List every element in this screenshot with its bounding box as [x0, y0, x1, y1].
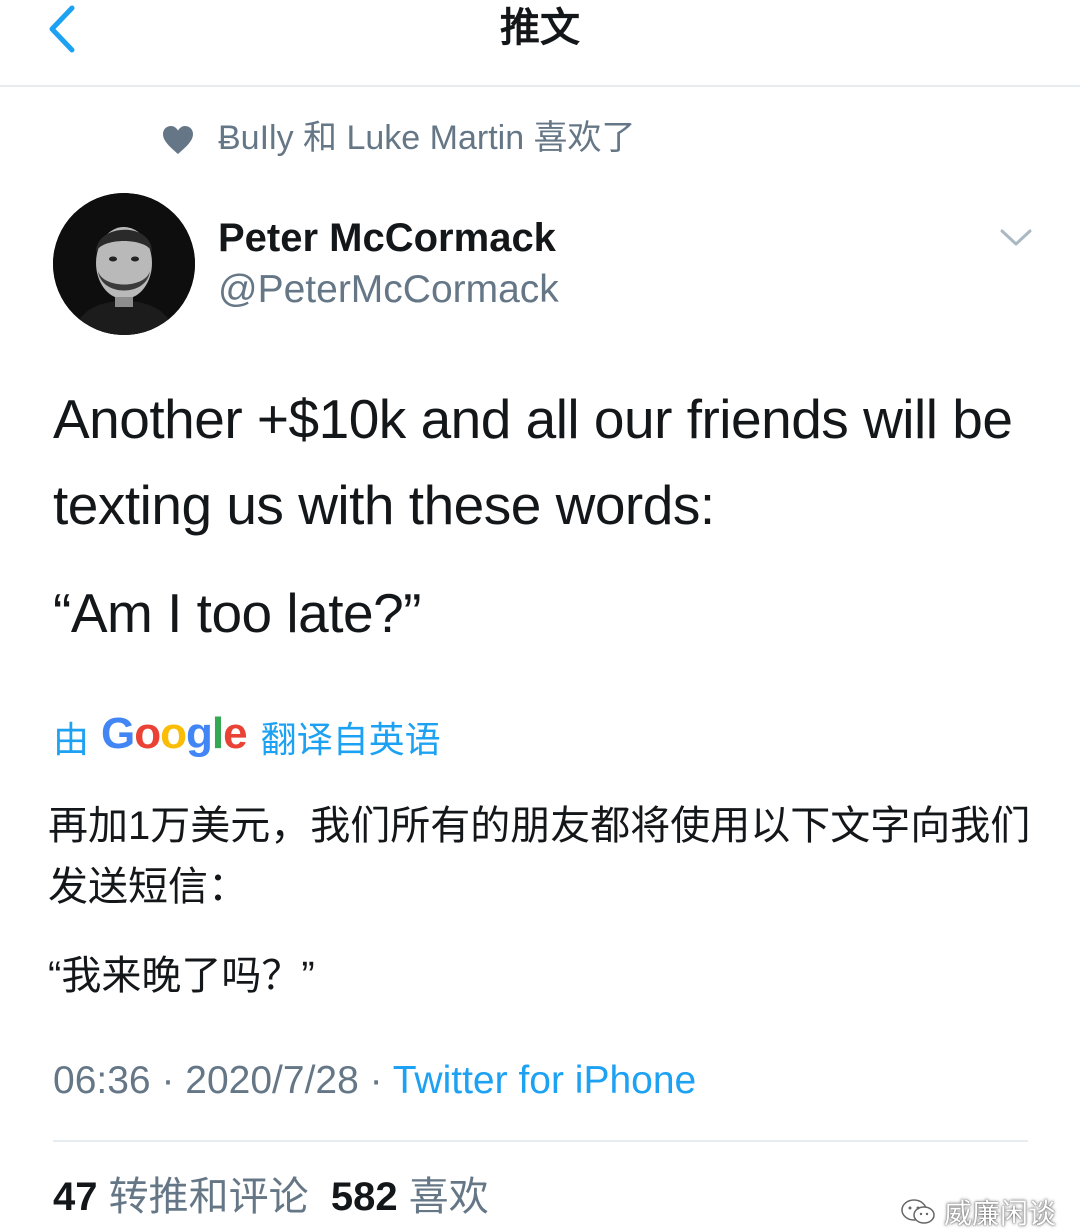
heart-icon: [163, 126, 193, 154]
google-logo-letter: G: [101, 709, 135, 758]
meta-separator: ·: [150, 1059, 186, 1102]
translated-text: 再加1万美元，我们所有的朋友都将使用以下文字向我们发送短信： “我来晚了吗？”: [48, 796, 1038, 1007]
meta-separator: ·: [358, 1059, 393, 1102]
google-logo-letter: l: [211, 709, 224, 758]
avatar-portrait: [53, 193, 195, 335]
tweet-text: Another +$10k and all our friends will b…: [53, 376, 1043, 656]
tweet-meta: 06:36 · 2020/7/28 · Twitter for iPhone: [53, 1053, 696, 1109]
page-title: 推文: [500, 6, 580, 50]
chevron-down-icon[interactable]: [998, 222, 1034, 252]
header-divider: [0, 85, 1080, 87]
wechat-icon: [901, 1199, 935, 1224]
author-handle[interactable]: @PeterMcCormack: [218, 265, 559, 315]
translated-line: 再加1万美元，我们所有的朋友都将使用以下文字向我们发送短信：: [48, 804, 1031, 909]
tweet-text-line: Another +$10k and all our friends will b…: [53, 388, 1013, 536]
author-name[interactable]: Peter McCormack: [218, 212, 556, 264]
google-logo: Google: [101, 709, 248, 759]
tweet-stats: 47 转推和评论 582 喜欢: [53, 1170, 489, 1224]
tweet-time: 06:36: [53, 1059, 151, 1102]
translation-attribution[interactable]: 由 Google 翻译自英语: [53, 709, 441, 764]
social-context-text: ɃuIly 和 Luke Martin 喜欢了: [218, 119, 636, 157]
meta-divider: [53, 1140, 1028, 1142]
retweets-stat[interactable]: 47 转推和评论: [53, 1175, 309, 1219]
translated-quote-line: “我来晚了吗？”: [48, 954, 315, 998]
watermark-text: 威廉闲谈: [944, 1198, 1057, 1229]
likes-stat[interactable]: 582 喜欢: [331, 1175, 489, 1219]
retweets-count: 47: [53, 1175, 98, 1219]
google-logo-letter: o: [134, 709, 161, 758]
google-logo-letter: o: [160, 709, 187, 758]
tweet-quote-line: “Am I too late?”: [53, 582, 421, 644]
avatar[interactable]: [53, 193, 195, 335]
translation-prefix: 由: [53, 719, 90, 760]
google-logo-letter: g: [186, 709, 213, 758]
retweets-label: 转推和评论: [108, 1175, 309, 1219]
likes-label: 喜欢: [408, 1175, 489, 1219]
watermark: 威廉闲谈: [900, 1192, 1056, 1232]
likes-count: 582: [330, 1175, 398, 1219]
tweet-source-link[interactable]: Twitter for iPhone: [393, 1059, 696, 1102]
translation-suffix: 翻译自英语: [260, 719, 441, 760]
google-logo-letter: e: [223, 709, 248, 758]
tweet-date: 2020/7/28: [185, 1059, 359, 1102]
